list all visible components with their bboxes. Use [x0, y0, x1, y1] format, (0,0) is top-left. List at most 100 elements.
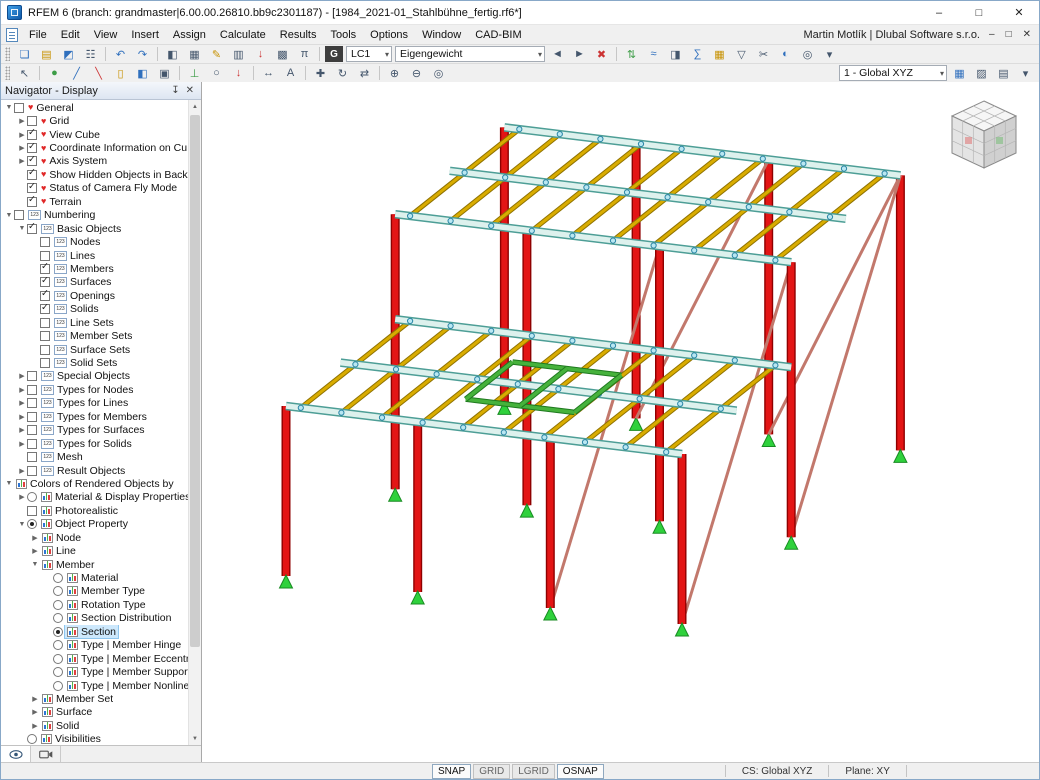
- generate-mesh-button[interactable]: ▦: [709, 46, 730, 63]
- toolbar-grip[interactable]: [5, 66, 10, 80]
- expander-icon[interactable]: ▶: [17, 386, 27, 394]
- view-cube[interactable]: [943, 96, 1025, 174]
- previous-load-case-button[interactable]: ◄: [547, 46, 568, 63]
- checkbox[interactable]: [40, 291, 50, 301]
- menu-results[interactable]: Results: [273, 27, 324, 43]
- toolbar1-overflow-button[interactable]: ▾: [819, 46, 840, 63]
- document-icon[interactable]: [6, 28, 18, 42]
- node-marker[interactable]: [732, 253, 737, 258]
- settings-button[interactable]: ◎: [797, 46, 818, 63]
- node-marker[interactable]: [339, 410, 344, 415]
- support-cone[interactable]: [544, 607, 557, 620]
- chevron-down-icon[interactable]: ▾: [535, 50, 542, 59]
- checkbox[interactable]: [27, 425, 37, 435]
- checkbox[interactable]: [40, 264, 50, 274]
- scrollbar-thumb[interactable]: [190, 115, 200, 647]
- tree-item-label[interactable]: Openings: [70, 290, 115, 302]
- tree-item-label[interactable]: Section Distribution: [81, 612, 171, 624]
- undo-button[interactable]: ↶: [110, 46, 131, 63]
- checkbox[interactable]: [27, 197, 37, 207]
- expander-icon[interactable]: ▼: [4, 480, 14, 487]
- tree-item-type-member-nonline[interactable]: Type | Member Nonline...: [1, 679, 188, 692]
- node-marker[interactable]: [706, 200, 711, 205]
- node-tool-button[interactable]: ●: [44, 65, 65, 82]
- radio-button[interactable]: [53, 613, 63, 623]
- checkbox[interactable]: [27, 156, 37, 166]
- tree-item-label[interactable]: General: [36, 102, 73, 114]
- surface-tool-button[interactable]: ▯: [110, 65, 131, 82]
- expander-icon[interactable]: ▼: [17, 225, 27, 232]
- support-cone[interactable]: [894, 449, 907, 462]
- tree-item-type-member-hinge[interactable]: Type | Member Hinge: [1, 639, 188, 652]
- tree-item-axis-system[interactable]: ▶♥Axis System: [1, 155, 188, 168]
- tree-item-label[interactable]: View Cube: [49, 129, 100, 141]
- tree-item-label[interactable]: Visibilities: [55, 733, 101, 745]
- line-tool-button[interactable]: ╱: [66, 65, 87, 82]
- support-cone[interactable]: [389, 488, 402, 501]
- checkbox[interactable]: [27, 385, 37, 395]
- node-marker[interactable]: [461, 425, 466, 430]
- tree-item-photorealistic[interactable]: Photorealistic: [1, 504, 188, 517]
- tree-item-label[interactable]: Member Set: [56, 693, 113, 705]
- node-marker[interactable]: [501, 430, 506, 435]
- tree-item-label[interactable]: Member: [56, 559, 95, 571]
- checkbox[interactable]: [27, 398, 37, 408]
- tree-item-label[interactable]: Show Hidden Objects in Backg...: [49, 169, 188, 181]
- node-marker[interactable]: [773, 363, 778, 368]
- radio-button[interactable]: [53, 586, 63, 596]
- coordinate-system-status[interactable]: CS: Global XYZ: [736, 766, 819, 777]
- checkbox[interactable]: [40, 304, 50, 314]
- tree-item-section[interactable]: Section: [1, 625, 188, 638]
- support-cone[interactable]: [411, 591, 424, 604]
- tree-item-basic-objects[interactable]: ▼123Basic Objects: [1, 222, 188, 235]
- node-marker[interactable]: [557, 132, 562, 137]
- checkbox[interactable]: [40, 358, 50, 368]
- node-marker[interactable]: [638, 141, 643, 146]
- solid-tool-button[interactable]: ◧: [132, 65, 153, 82]
- checkbox[interactable]: [40, 331, 50, 341]
- tree-item-label[interactable]: Member Type: [81, 585, 145, 597]
- menu-insert[interactable]: Insert: [124, 27, 166, 43]
- radio-button[interactable]: [53, 681, 63, 691]
- radio-button[interactable]: [27, 492, 37, 502]
- calculate-all-button[interactable]: ∑: [687, 46, 708, 63]
- tables-button[interactable]: ▦: [184, 46, 205, 63]
- zoom-in-button[interactable]: ⊕: [384, 65, 405, 82]
- tree-item-result-objects[interactable]: ▶123Result Objects: [1, 464, 188, 477]
- checkbox[interactable]: [40, 237, 50, 247]
- expander-icon[interactable]: ▶: [17, 157, 27, 165]
- tree-item-label[interactable]: Terrain: [49, 196, 81, 208]
- tree-item-terrain[interactable]: ♥Terrain: [1, 195, 188, 208]
- tree-item-mesh[interactable]: 123Mesh: [1, 450, 188, 463]
- tree-item-label[interactable]: Type | Member Nonline...: [81, 680, 188, 692]
- tree-item-label[interactable]: Status of Camera Fly Mode: [49, 182, 177, 194]
- load-case-number-combo[interactable]: LC1▾: [346, 46, 392, 62]
- radio-button[interactable]: [53, 640, 63, 650]
- tab-views-navigator[interactable]: [31, 746, 61, 762]
- radio-button[interactable]: [53, 573, 63, 583]
- tree-item-solid[interactable]: ▶Solid: [1, 719, 188, 732]
- tree-item-material[interactable]: Material: [1, 571, 188, 584]
- tree-item-coordinate-information-on-cu[interactable]: ▶♥Coordinate Information on Cu...: [1, 141, 188, 154]
- tree-item-openings[interactable]: 123Openings: [1, 289, 188, 302]
- node-marker[interactable]: [448, 323, 453, 328]
- node-marker[interactable]: [489, 223, 494, 228]
- tree-item-label[interactable]: Surface Sets: [70, 344, 130, 356]
- mirror-button[interactable]: ⇄: [354, 65, 375, 82]
- select-tool-button[interactable]: ↖: [14, 65, 35, 82]
- status-toggle-lgrid[interactable]: LGRID: [512, 764, 555, 779]
- chevron-down-icon[interactable]: ▾: [937, 69, 944, 78]
- menu-view[interactable]: View: [87, 27, 125, 43]
- tree-item-label[interactable]: Type | Member Support: [81, 666, 188, 678]
- support-cone[interactable]: [630, 417, 643, 430]
- node-marker[interactable]: [610, 343, 615, 348]
- tree-item-label[interactable]: Rotation Type: [81, 599, 146, 611]
- node-marker[interactable]: [529, 333, 534, 338]
- tree-item-types-for-solids[interactable]: ▶123Types for Solids: [1, 437, 188, 450]
- checkbox[interactable]: [27, 183, 37, 193]
- pin-icon[interactable]: ↧: [168, 85, 182, 96]
- checkbox[interactable]: [40, 277, 50, 287]
- tree-item-label[interactable]: Solids: [70, 303, 99, 315]
- tree-item-numbering[interactable]: ▼123Numbering: [1, 209, 188, 222]
- open-file-button[interactable]: ▤: [36, 46, 57, 63]
